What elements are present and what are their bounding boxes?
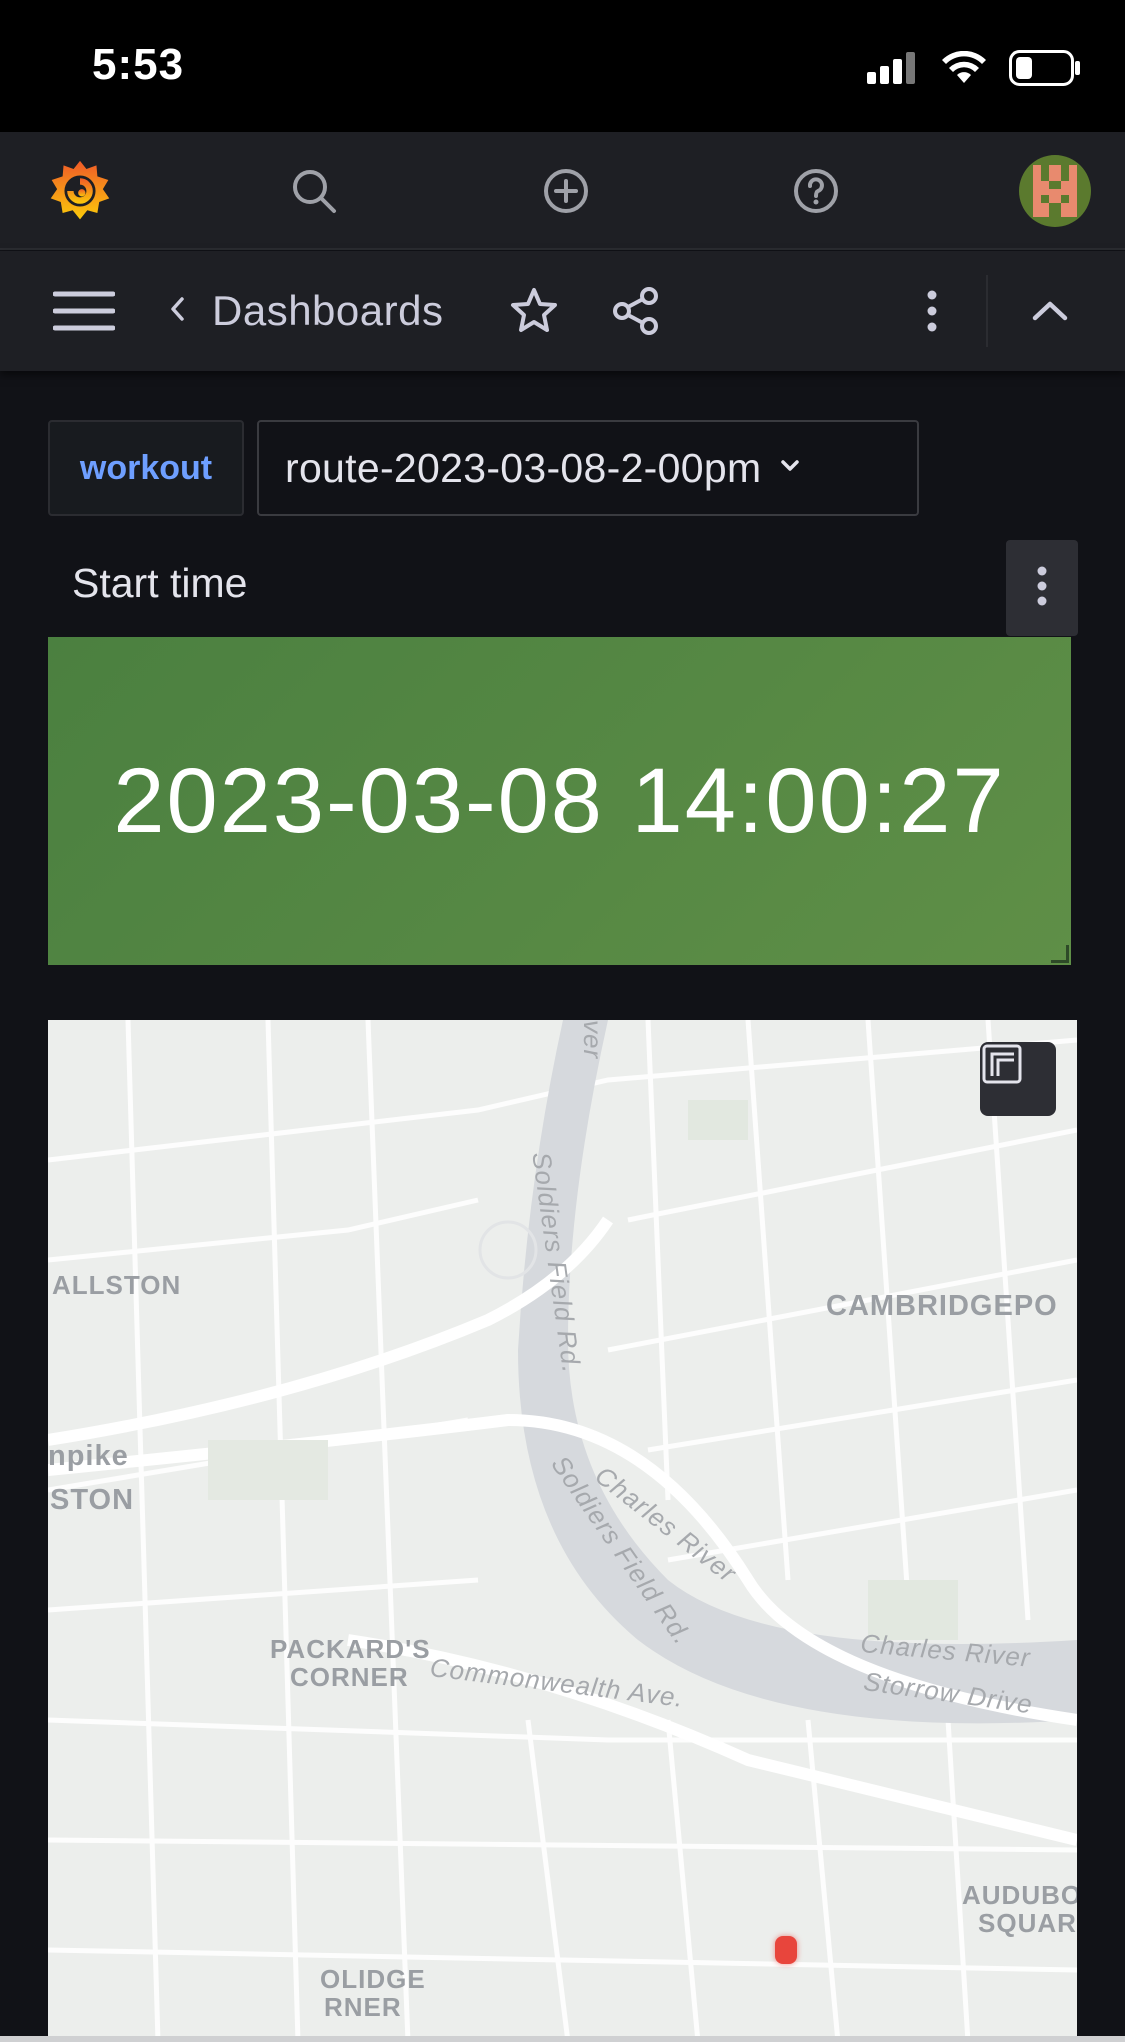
chevron-up-icon[interactable] [1024, 279, 1076, 343]
panel-title: Start time [72, 560, 248, 606]
resize-handle[interactable] [1051, 945, 1069, 963]
status-icons [867, 50, 1081, 91]
breadcrumb[interactable]: Dashboards [168, 279, 443, 343]
cellular-signal-icon [867, 52, 919, 89]
chevron-left-icon [168, 295, 186, 328]
map-layer-control-button[interactable] [980, 1042, 1056, 1116]
map-label-coolidge-line1: OLIDGE [320, 1964, 426, 1994]
battery-icon [1009, 50, 1081, 91]
search-icon[interactable] [282, 159, 346, 223]
variable-label-workout: workout [48, 420, 244, 516]
workout-variable-select[interactable]: route-2023-03-08-2-00pm [257, 420, 919, 516]
map-road-river-top: ver [578, 1020, 608, 1060]
wifi-icon [941, 50, 987, 90]
plus-circle-icon[interactable] [534, 159, 598, 223]
status-bar: 5:53 [0, 0, 1125, 132]
map-canvas[interactable] [48, 1020, 1077, 2042]
map-panel[interactable]: ALLSTON CAMBRIDGEPO npike STON PACKARD'S… [48, 1020, 1077, 2042]
map-label-pike: npike [48, 1440, 129, 1472]
map-label-cambridgeport: CAMBRIDGEPO [826, 1290, 1058, 1322]
more-vertical-icon[interactable] [908, 279, 956, 343]
stat-value: 2023-03-08 14:00:27 [113, 749, 1006, 852]
help-icon[interactable] [784, 159, 848, 223]
status-time: 5:53 [92, 40, 185, 89]
stat-value-box: 2023-03-08 14:00:27 [48, 637, 1071, 965]
user-avatar[interactable] [1018, 154, 1092, 228]
route-marker[interactable] [775, 1936, 797, 1964]
top-navigation [0, 132, 1125, 250]
more-vertical-icon [1036, 566, 1048, 611]
share-icon[interactable] [608, 279, 664, 343]
variable-selected-value: route-2023-03-08-2-00pm [285, 444, 762, 491]
map-label-packards-corner-line2: CORNER [290, 1662, 409, 1692]
dashboard-toolbar: Dashboards [0, 251, 1125, 371]
toolbar-divider [986, 275, 988, 347]
map-label-audubon-line1: AUDUBO [962, 1880, 1077, 1910]
panel-menu-button[interactable] [1006, 540, 1078, 636]
map-label-coolidge-line2: RNER [324, 1992, 402, 2022]
breadcrumb-label: Dashboards [212, 287, 444, 334]
grafana-logo[interactable] [48, 159, 112, 223]
star-icon[interactable] [506, 279, 562, 343]
bottom-edge [0, 2036, 1125, 2042]
map-label-allston: ALLSTON [52, 1270, 182, 1300]
map-label-packards-corner-line1: PACKARD'S [270, 1634, 431, 1664]
chevron-down-icon [779, 458, 801, 479]
map-label-audubon-line2: SQUAR [978, 1908, 1077, 1938]
hamburger-menu-icon[interactable] [50, 279, 118, 343]
map-label-ston: STON [50, 1484, 135, 1516]
